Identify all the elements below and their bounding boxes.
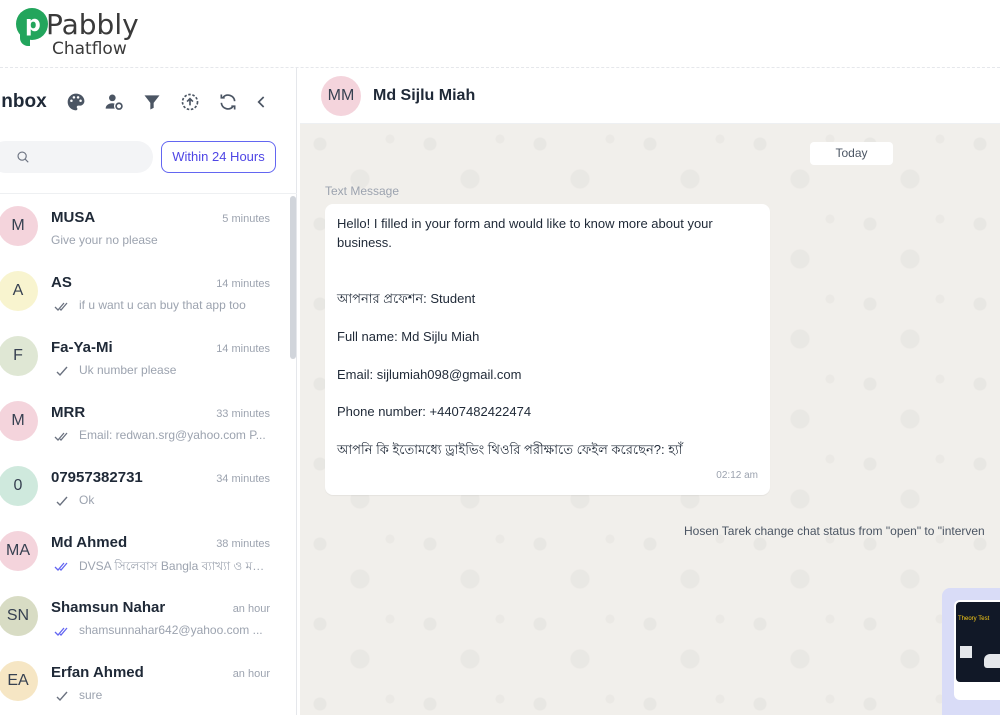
brand-logo-mark: p [16,8,48,46]
refresh-icon[interactable] [218,92,238,112]
chat-item[interactable]: M MUSA 5 minutes Give your no please [0,196,290,261]
chat-preview: shamsunnahar642@yahoo.com ... [79,623,263,637]
chat-time: an hour [232,668,270,680]
message-time: 02:12 am [716,470,758,481]
message-area: Today Text Message Hello! I filled in yo… [300,124,1000,715]
upload-icon[interactable] [180,92,200,112]
chat-preview: Give your no please [51,233,158,247]
double-check-icon [54,429,70,443]
chat-name: 07957382731 [51,469,143,486]
single-check-icon [54,494,70,508]
message-type-label: Text Message [325,184,400,198]
chat-preview: Ok [79,493,95,507]
user-settings-icon[interactable] [104,92,124,112]
conversation-header: MM Md Sijlu Miah [300,68,1000,124]
chat-name: Fa-Ya-Mi [51,339,113,356]
chat-avatar: 0 [0,466,38,506]
chat-name: MUSA [51,209,96,226]
single-check-icon [54,364,70,378]
car-icon [984,654,1000,668]
chat-name: Erfan Ahmed [51,664,144,681]
chat-avatar: A [0,271,38,311]
chat-preview: Email: redwan.srg@yahoo.com P... [79,428,266,442]
chat-list-scrollbar[interactable] [290,196,296,715]
inbox-header: Inbox [0,68,297,136]
double-check-icon [54,299,70,313]
message-bubble[interactable]: Hello! I filled in your form and would l… [325,204,770,495]
chat-time: 33 minutes [216,408,270,420]
message-line: Phone number: +4407482422474 [337,404,532,419]
filter-icon[interactable] [142,92,162,112]
brand-product: Chatflow [52,39,127,59]
chat-preview: DVSA সিলেবাস Bangla ব্যাখ্যা ও মডে... [79,559,271,573]
message-line: আপনি কি ইতোমধ্যে ড্রাইভিং থিওরি পরীক্ষাত… [337,442,683,457]
media-thumbnail[interactable]: Theory Test [956,602,1000,682]
chat-time: 14 minutes [216,343,270,355]
chat-item[interactable]: F Fa-Ya-Mi 14 minutes Uk number please [0,326,290,391]
chat-item[interactable]: A AS 14 minutes if u want u can buy that ap… [0,261,290,326]
palette-icon[interactable] [66,92,86,112]
divider [0,193,297,194]
chat-item[interactable]: MA Md Ahmed 38 minutes DVSA সিলেবাস Bangla … [0,521,290,586]
media-message[interactable]: Theory Test [942,588,1000,715]
inbox-title: Inbox [0,91,47,112]
chat-avatar: M [0,401,38,441]
message-line: Email: sijlumiah098@gmail.com [337,367,522,382]
message-line: Hello! I filled in your form and would l… [337,216,713,250]
brand-name: Pabbly [46,8,139,41]
chat-avatar: SN [0,596,38,636]
chat-preview: sure [79,688,103,702]
chat-time: 14 minutes [216,278,270,290]
chat-name: Md Ahmed [51,534,128,551]
search-input[interactable] [36,141,146,173]
chat-name: MRR [51,404,86,421]
top-bar: p Pabbly Chatflow [0,0,1000,68]
search-icon [16,150,30,164]
message-line: Full name: Md Sijlu Miah [337,329,480,344]
media-caption: Theory Test [958,616,990,622]
chat-avatar: EA [0,661,38,701]
chat-list: M MUSA 5 minutes Give your no please A AS 14 m… [0,196,290,715]
chevron-left-icon[interactable] [252,92,272,112]
chat-preview: Uk number please [79,363,177,377]
chat-item[interactable]: M MRR 33 minutes Email: redwan.srg@yahoo.co… [0,391,290,456]
chat-avatar: F [0,336,38,376]
media-card: Theory Test [954,600,1000,700]
chat-time: 34 minutes [216,473,270,485]
chat-name: AS [51,274,72,291]
single-check-icon [54,689,70,703]
contact-name[interactable]: Md Sijlu Miah [373,87,475,105]
chat-name: Shamsun Nahar [51,599,166,616]
chat-time: 5 minutes [222,213,270,225]
within-24-hours-filter[interactable]: Within 24 Hours [161,141,276,173]
chat-preview: if u want u can buy that app too [79,298,246,312]
chat-item[interactable]: EA Erfan Ahmed an hour sure [0,651,290,715]
double-check-icon [54,624,70,638]
scroll-thumb[interactable] [290,196,296,359]
inbox-panel: Inbox Within 24 Hours M MUSA 5 minutes G… [0,68,297,715]
date-separator: Today [810,142,893,165]
chat-avatar: M [0,206,38,246]
search-box [0,141,153,173]
contact-avatar[interactable]: MM [321,76,361,116]
status-change-note: Hosen Tarek change chat status from "ope… [684,524,985,538]
double-check-icon [54,559,70,573]
brand-logo[interactable]: p Pabbly Chatflow [16,6,156,62]
message-line: আপনার প্রফেশন: Student [337,291,476,306]
chat-item[interactable]: 0 07957382731 34 minutes Ok [0,456,290,521]
chat-time: an hour [232,603,270,615]
chat-time: 38 minutes [216,538,270,550]
chat-item[interactable]: SN Shamsun Nahar an hour shamsunnahar642@ya… [0,586,290,651]
conversation-panel: MM Md Sijlu Miah Today Text Message Hell… [300,68,1000,715]
qr-code-icon [960,646,972,658]
chat-avatar: MA [0,531,38,571]
app-window: p Pabbly Chatflow Inbox Within 24 Hours … [0,0,1000,715]
